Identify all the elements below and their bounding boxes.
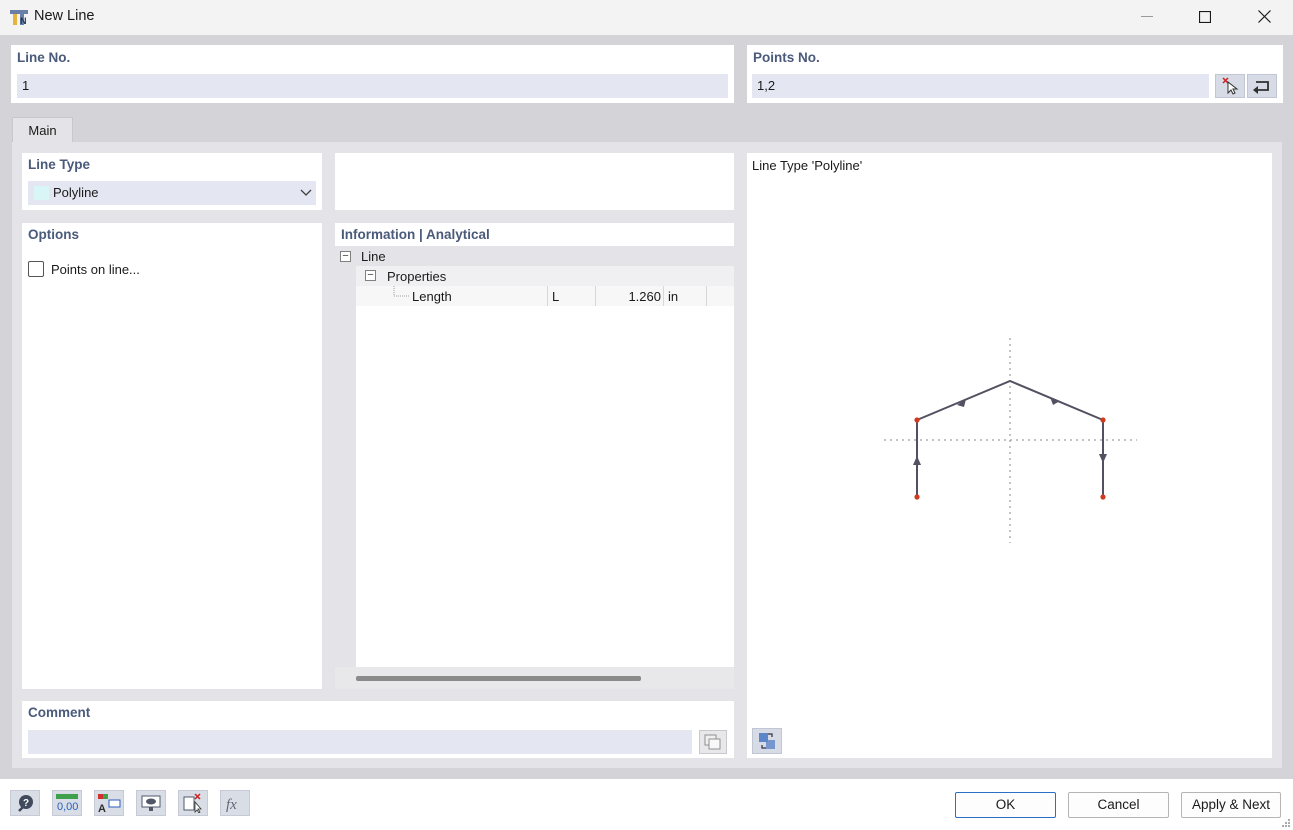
horizontal-scrollbar[interactable] [335,667,734,689]
pick-cursor-icon [1222,77,1239,95]
pick-points-button[interactable] [1215,74,1245,98]
svg-text:N: N [20,16,27,26]
preview-panel: Line Type 'Polyline' [747,153,1272,758]
property-unit: in [668,289,679,304]
tree-root-label: Line [361,249,386,264]
view-settings-icon [141,795,161,811]
svg-text:0,00: 0,00 [57,801,78,813]
tab-main[interactable]: Main [12,117,73,143]
collapse-properties-icon[interactable]: − [365,270,376,281]
svg-text:A: A [98,803,106,813]
window-title: New Line [34,8,95,24]
comment-input[interactable] [28,730,692,754]
select-object-button[interactable] [178,790,208,816]
line-type-panel: Line Type Polyline [22,153,322,210]
line-type-select[interactable]: Polyline [28,181,316,205]
close-icon [1257,10,1271,23]
tree-connector [393,286,410,297]
preview-sync-button[interactable] [752,728,782,754]
reverse-direction-button[interactable] [1247,74,1277,98]
blank-panel [335,153,734,210]
display-names-icon: A [98,794,121,813]
apply-next-button[interactable]: Apply & Next [1181,792,1281,818]
property-value: 1.260 [628,289,661,304]
comment-panel: Comment [22,701,734,758]
app-logo-icon: N [10,10,28,26]
svg-text:fx: fx [226,797,237,813]
maximize-icon [1199,10,1211,23]
information-panel: Information | Analytical − Line − Proper… [335,223,734,689]
table-row: Length L 1.260 in [356,286,734,306]
collapse-line-icon[interactable]: − [340,251,351,262]
minimize-icon [1141,15,1153,17]
svg-text:?: ? [23,798,29,809]
points-no-input[interactable]: 1,2 [752,74,1209,98]
units-icon: 0,00 [56,794,78,813]
close-button[interactable] [1235,0,1293,33]
title-bar: N New Line [0,0,1293,35]
refresh-view-icon [759,733,775,749]
formula-icon: fx [226,797,237,813]
points-no-panel: Points No. 1,2 [747,45,1283,103]
property-symbol: L [552,289,560,304]
reverse-arrow-icon [1253,81,1269,94]
chevron-down-icon [300,189,312,196]
tree-row-line [335,246,734,266]
minimize-button[interactable] [1118,0,1176,33]
line-no-input[interactable]: 1 [17,74,728,98]
polyline-preview-diagram [884,338,1137,543]
ok-button[interactable]: OK [955,792,1056,818]
tree-gutter [335,246,356,667]
select-object-icon [183,793,202,813]
cancel-button[interactable]: Cancel [1068,792,1169,818]
line-type-swatch [34,186,49,200]
units-button[interactable]: 0,00 [52,790,82,816]
points-no-label: Points No. [753,50,820,65]
help-button[interactable]: ? [10,790,40,816]
points-on-line-label[interactable]: Points on line... [51,262,140,277]
view-settings-button[interactable] [136,790,166,816]
information-label: Information | Analytical [341,227,490,242]
scrollbar-thumb[interactable] [356,676,641,681]
options-panel: Options Points on line... [22,223,322,689]
comment-label: Comment [28,705,91,720]
points-on-line-checkbox[interactable] [28,261,44,277]
formula-button[interactable]: fx [220,790,250,816]
line-no-label: Line No. [17,50,71,65]
help-icon: ? [18,795,33,812]
display-names-button[interactable]: A [94,790,124,816]
maximize-button[interactable] [1176,0,1234,33]
tree-group-label: Properties [387,269,447,284]
line-type-label: Line Type [28,157,91,172]
line-type-value: Polyline [53,185,99,200]
comment-library-button[interactable] [699,730,727,754]
property-name: Length [412,289,452,304]
resize-grip-icon[interactable] [1281,818,1291,828]
line-no-panel: Line No. 1 [11,45,734,103]
options-label: Options [28,227,79,242]
copy-icon [704,734,721,750]
